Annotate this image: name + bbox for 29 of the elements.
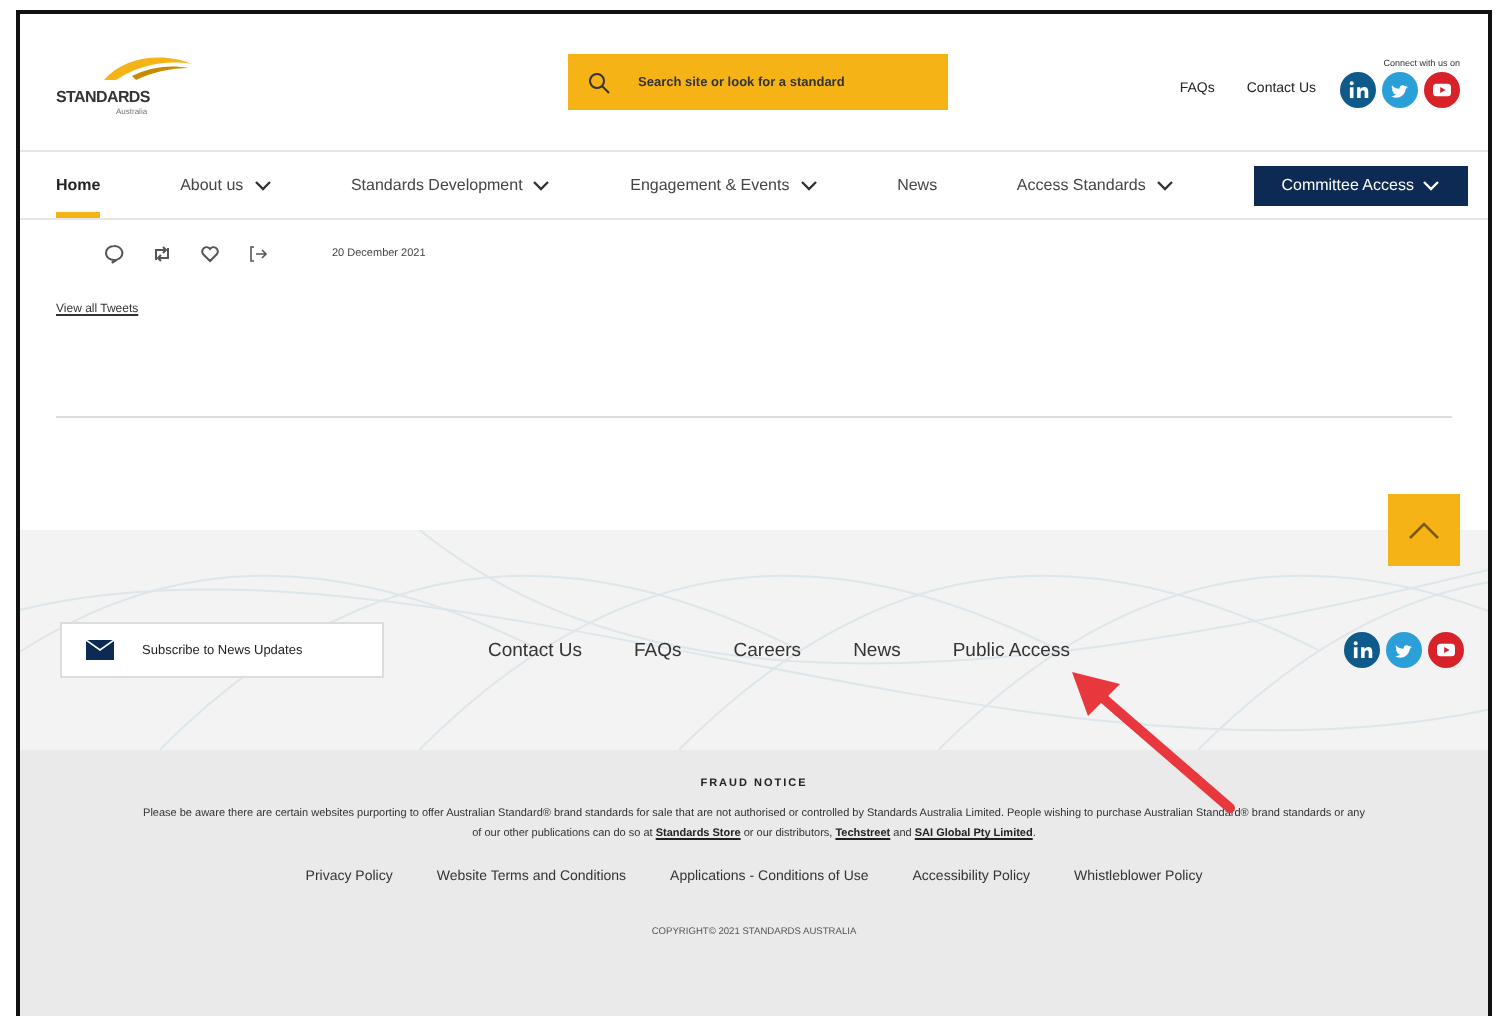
chevron-down-icon <box>532 179 551 191</box>
footer-link[interactable]: Public Access <box>952 639 1070 661</box>
footer-link[interactable]: FAQs <box>634 639 682 661</box>
share-icon[interactable] <box>248 244 268 264</box>
search-icon <box>588 71 610 93</box>
footer-link[interactable]: Careers <box>733 639 802 661</box>
envelope-icon <box>86 640 114 660</box>
linkedin-icon[interactable] <box>1340 71 1376 107</box>
youtube-icon[interactable] <box>1424 71 1460 107</box>
nav-tab[interactable]: Access Standards <box>1016 152 1174 218</box>
youtube-icon[interactable] <box>1428 632 1464 668</box>
footer-link[interactable]: Contact Us <box>488 639 582 661</box>
heart-icon[interactable] <box>200 244 220 264</box>
nav-tab[interactable]: News <box>897 152 938 218</box>
retweet-icon[interactable] <box>152 244 172 264</box>
chevron-up-icon <box>1408 521 1440 539</box>
chevron-down-icon <box>799 179 818 191</box>
linkedin-icon[interactable] <box>1344 632 1380 668</box>
nav-tab[interactable]: Engagement & Events <box>630 152 818 218</box>
footer-link[interactable]: News <box>853 639 901 661</box>
nav-tab[interactable]: About us <box>180 152 272 218</box>
nav-tab[interactable]: Standards Development <box>350 152 551 218</box>
committee-access-button[interactable]: Committee Access <box>1253 165 1468 205</box>
comment-icon[interactable] <box>104 244 124 264</box>
chevron-down-icon <box>253 179 272 191</box>
nav-tab[interactable]: Home <box>56 152 101 218</box>
chevron-down-icon <box>1155 179 1174 191</box>
chevron-down-icon <box>1421 179 1440 191</box>
logo-name: STANDARDS <box>56 88 150 106</box>
